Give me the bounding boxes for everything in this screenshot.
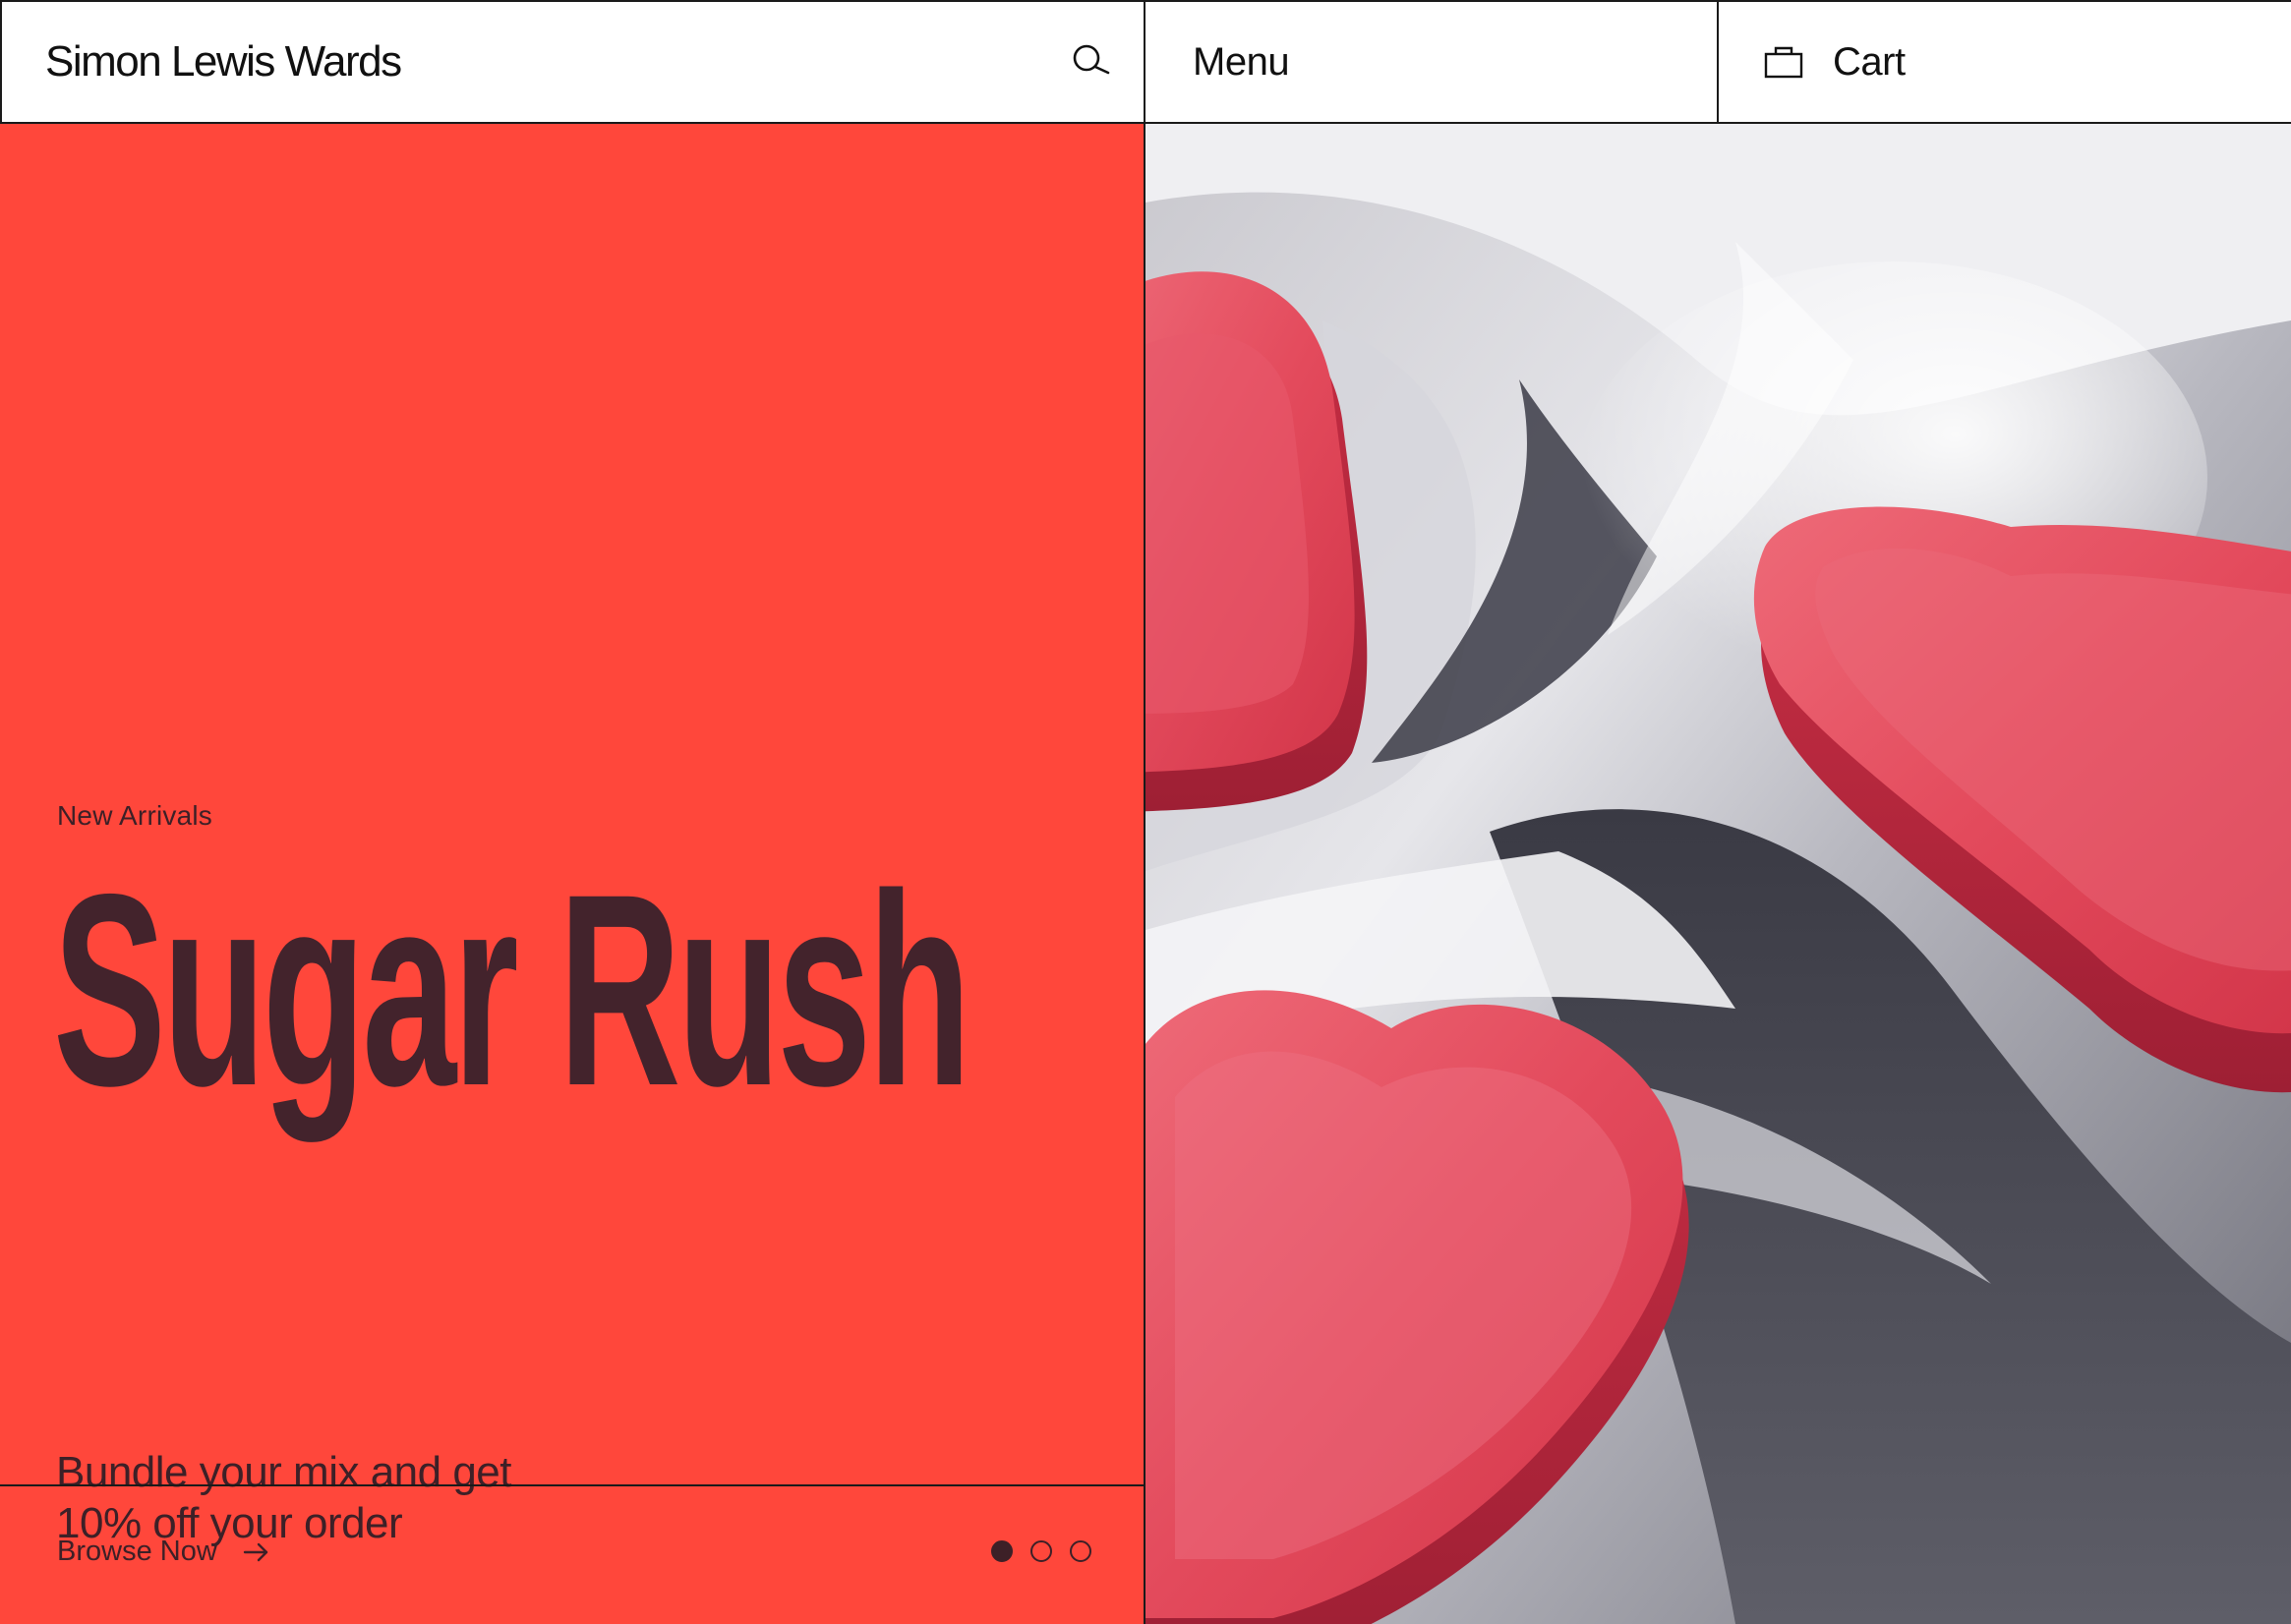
slide-dot-1[interactable]	[991, 1540, 1013, 1562]
hero-image	[1146, 124, 2291, 1624]
browse-now-link[interactable]: Browse Now	[57, 1536, 270, 1568]
gummy-hearts-photo	[1146, 124, 2291, 1624]
page: Simon Lewis Wards Menu Cart New Arrivals	[0, 0, 2291, 1624]
menu-button[interactable]: Menu	[1146, 2, 1719, 122]
slide-pager	[991, 1540, 1091, 1562]
hero-panel: New Arrivals Sugar Rush Bundle your mix …	[0, 124, 1146, 1624]
hero-headline: Sugar Rush	[53, 837, 971, 1142]
search-button[interactable]	[1067, 38, 1114, 86]
cart-label: Cart	[1833, 39, 1906, 84]
hero-eyebrow: New Arrivals	[57, 800, 212, 831]
shopping-bag-icon	[1764, 40, 1807, 84]
search-icon	[1073, 44, 1110, 75]
brand-bar: Simon Lewis Wards	[0, 2, 1146, 122]
hero-footer: Browse Now	[0, 1484, 1144, 1624]
arrow-right-icon	[243, 1538, 270, 1566]
browse-now-label: Browse Now	[57, 1536, 217, 1567]
brand-logo[interactable]: Simon Lewis Wards	[45, 37, 402, 87]
slide-dot-2[interactable]	[1030, 1540, 1052, 1562]
site-header: Simon Lewis Wards Menu Cart	[0, 0, 2291, 124]
menu-label: Menu	[1193, 39, 1290, 84]
slide-dot-3[interactable]	[1070, 1540, 1091, 1562]
cart-button[interactable]: Cart	[1719, 2, 2291, 122]
